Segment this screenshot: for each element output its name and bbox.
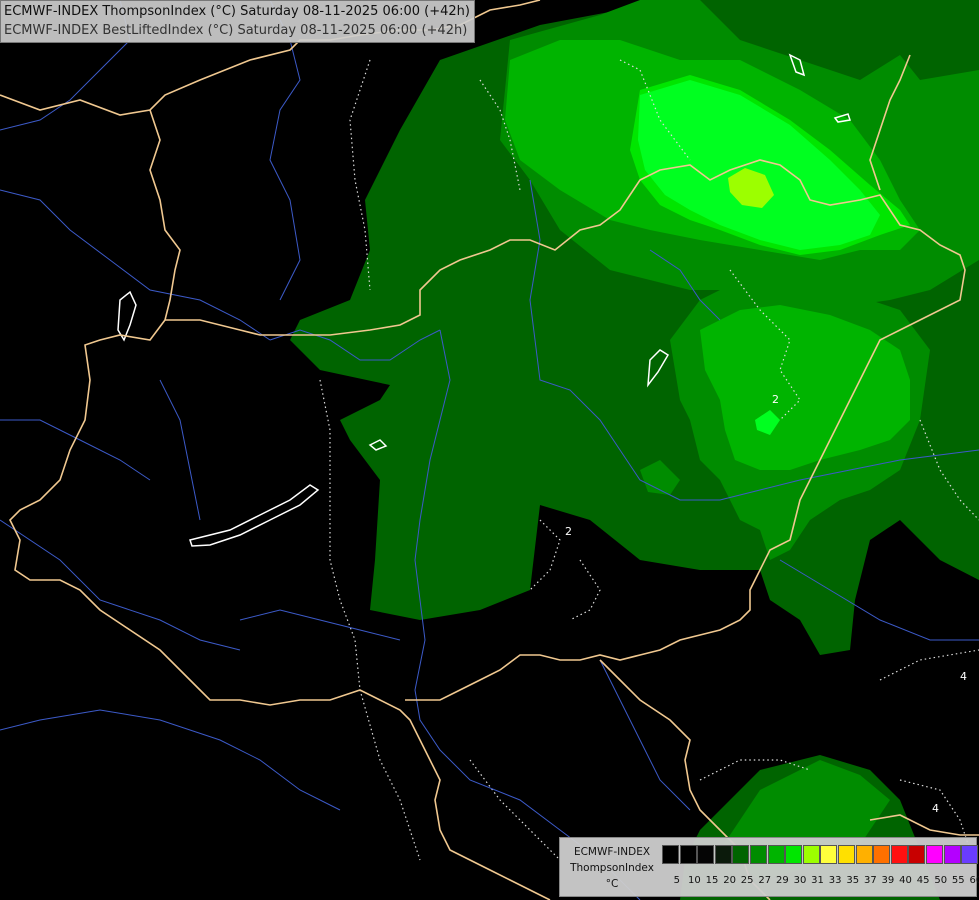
- legend-swatch: [697, 845, 715, 864]
- legend-swatch: [767, 845, 785, 864]
- isoline-label: 4: [932, 802, 939, 815]
- legend-swatch: [679, 845, 697, 864]
- legend-tick-label: 60: [969, 875, 979, 886]
- legend-swatch: [820, 845, 838, 864]
- legend-tick-label: 27: [758, 875, 772, 886]
- legend-swatch: [943, 845, 961, 864]
- legend-tick-label: 40: [899, 875, 912, 886]
- legend-swatch: [785, 845, 803, 864]
- legend-tick-label: 39: [881, 875, 895, 886]
- legend-swatch: [925, 845, 943, 864]
- legend-tick-label: 50: [934, 875, 948, 886]
- legend-tick-label: 25: [740, 875, 754, 886]
- weather-map: 2 2 4 4: [0, 0, 979, 900]
- legend-swatch: [662, 845, 679, 864]
- legend-ticks: 5 10 15 20 25 2729 30 31 33 3537 39 40 45 5055 60: [668, 875, 979, 886]
- legend-unit: °C: [605, 878, 619, 890]
- legend-tick-label: 37: [863, 875, 877, 886]
- title-best-lifted-index: ECMWF-INDEX BestLiftedIndex (°C) Saturda…: [4, 23, 468, 38]
- legend-variable: ThompsonIndex: [570, 862, 654, 874]
- legend-tick-label: 15: [705, 875, 719, 886]
- legend-tick-label: 30: [793, 875, 807, 886]
- legend-swatch: [714, 845, 732, 864]
- title-thompson-index: ECMWF-INDEX ThompsonIndex (°C) Saturday …: [4, 4, 470, 19]
- legend-swatch: [961, 845, 979, 864]
- legend-tick-label: 33: [828, 875, 842, 886]
- isoline-label: 2: [565, 525, 572, 538]
- legend-tick-label: 31: [811, 875, 824, 886]
- color-legend: ECMWF-INDEX ThompsonIndex °C 5 10 15 20 25 27…: [559, 837, 979, 897]
- legend-tick-label: 5: [673, 875, 680, 886]
- legend-swatch: [802, 845, 820, 864]
- map-title: ECMWF-INDEX ThompsonIndex (°C) Saturday …: [0, 0, 475, 43]
- legend-swatches: [662, 845, 979, 864]
- legend-swatch: [908, 845, 926, 864]
- legend-swatch: [890, 845, 908, 864]
- legend-swatch: [855, 845, 873, 864]
- isoline-label: 2: [772, 393, 779, 406]
- legend-title: ECMWF-INDEX: [573, 846, 651, 858]
- legend-swatch: [837, 845, 855, 864]
- legend-swatch: [749, 845, 767, 864]
- legend-tick-label: 55: [951, 875, 965, 886]
- legend-tick-label: 35: [846, 875, 860, 886]
- legend-tick-label: 20: [723, 875, 736, 886]
- isoline-label: 4: [960, 670, 967, 683]
- legend-tick-label: 29: [775, 875, 789, 886]
- legend-swatch: [732, 845, 750, 864]
- legend-tick-label: 10: [688, 875, 701, 886]
- legend-swatch: [873, 845, 891, 864]
- legend-tick-label: 45: [916, 875, 930, 886]
